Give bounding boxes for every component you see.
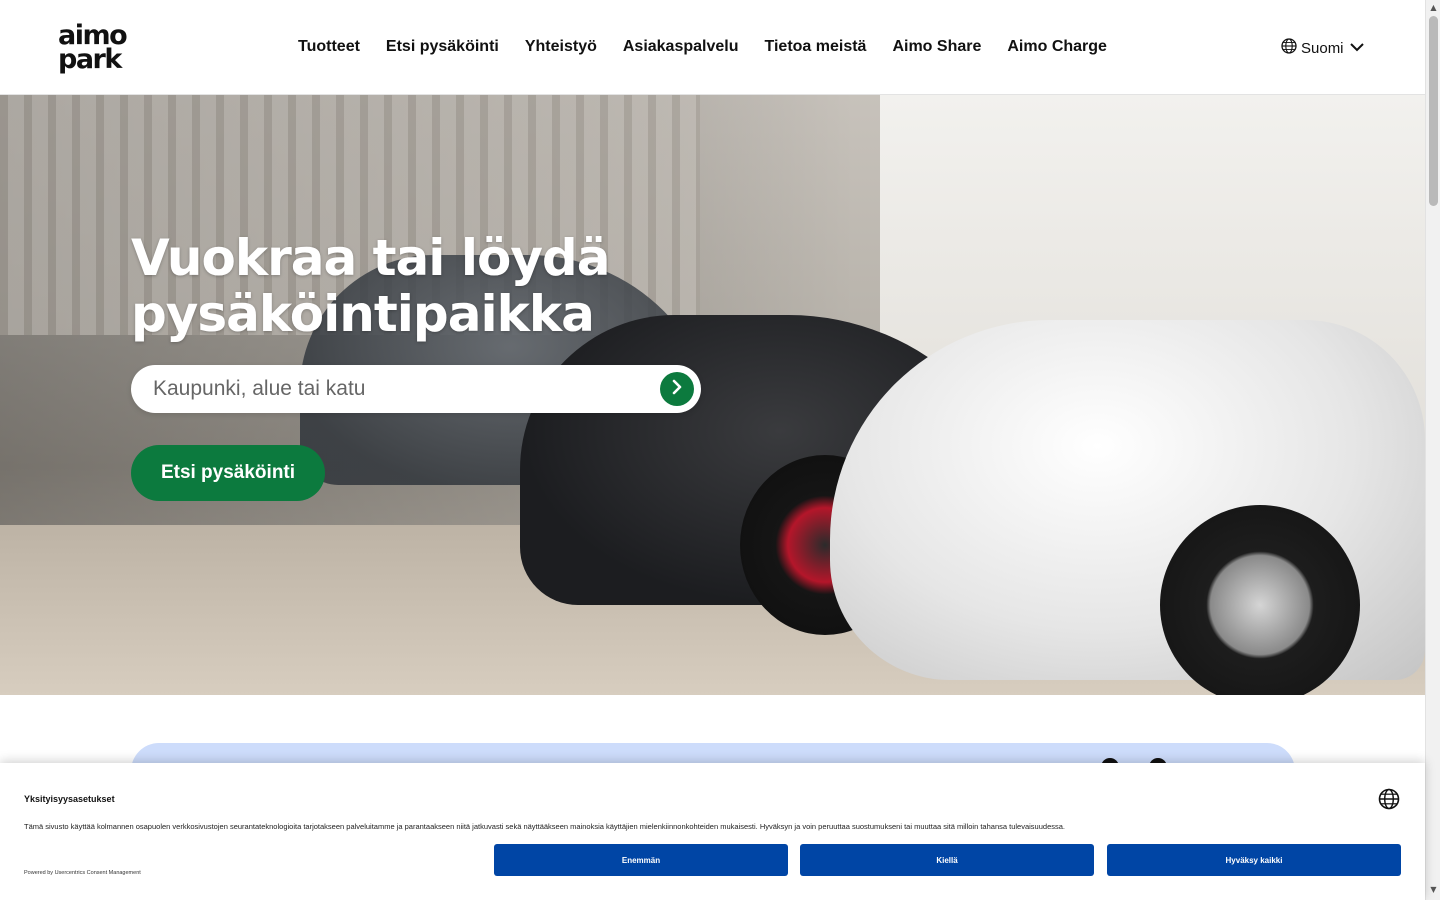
find-parking-button[interactable]: Etsi pysäköinti [131,445,325,501]
aimo-park-logo[interactable]: aimo park [58,22,148,78]
search-box [131,365,701,413]
main-nav: Tuotteet Etsi pysäköinti Yhteistyö Asiak… [298,38,1107,56]
page: aimo park Tuotteet Etsi pysäköinti Yhtei… [0,0,1440,900]
consent-powered-by: Powered by Usercentrics Consent Manageme… [24,870,141,876]
logo-line-bottom: park [58,44,122,75]
site-header: aimo park Tuotteet Etsi pysäköinti Yhtei… [0,0,1425,95]
location-search-input[interactable] [153,365,643,413]
language-selector[interactable]: Suomi [1281,38,1366,58]
page-scrollbar[interactable]: ▲ ▼ [1425,0,1440,900]
chevron-down-icon [1348,39,1366,58]
nav-item-asiakaspalvelu[interactable]: Asiakaspalvelu [623,38,739,56]
nav-item-etsi-pysakointi[interactable]: Etsi pysäköinti [386,38,499,56]
hero-section: Vuokraa tai löydä pysäköintipaikka Etsi … [0,95,1425,695]
globe-icon [1281,38,1297,58]
arrow-right-icon [669,379,685,399]
hero-title: Vuokraa tai löydä pysäköintipaikka [131,229,610,343]
nav-item-yhteistyo[interactable]: Yhteistyö [525,38,597,56]
consent-description: Tämä sivusto käyttää kolmannen osapuolen… [24,822,1065,831]
nav-item-aimo-charge[interactable]: Aimo Charge [1007,38,1107,56]
nav-item-tietoa-meista[interactable]: Tietoa meistä [764,38,866,56]
consent-deny-button[interactable]: Kiellä [800,844,1094,876]
consent-language-globe-icon[interactable] [1378,788,1400,810]
consent-more-button[interactable]: Enemmän [494,844,788,876]
scroll-down-arrow-icon[interactable]: ▼ [1426,884,1440,896]
nav-item-aimo-share[interactable]: Aimo Share [892,38,981,56]
language-label: Suomi [1301,39,1344,57]
consent-title: Yksityisyysasetukset [24,794,115,804]
scroll-up-arrow-icon[interactable]: ▲ [1426,2,1440,14]
nav-item-tuotteet[interactable]: Tuotteet [298,38,360,56]
consent-accept-all-button[interactable]: Hyväksy kaikki [1107,844,1401,876]
search-submit-button[interactable] [660,372,694,406]
scroll-thumb[interactable] [1429,16,1438,206]
cookie-consent-banner: Yksityisyysasetukset Tämä sivusto käyttä… [0,763,1425,900]
hero-image-white-car-wheel [1160,505,1360,695]
